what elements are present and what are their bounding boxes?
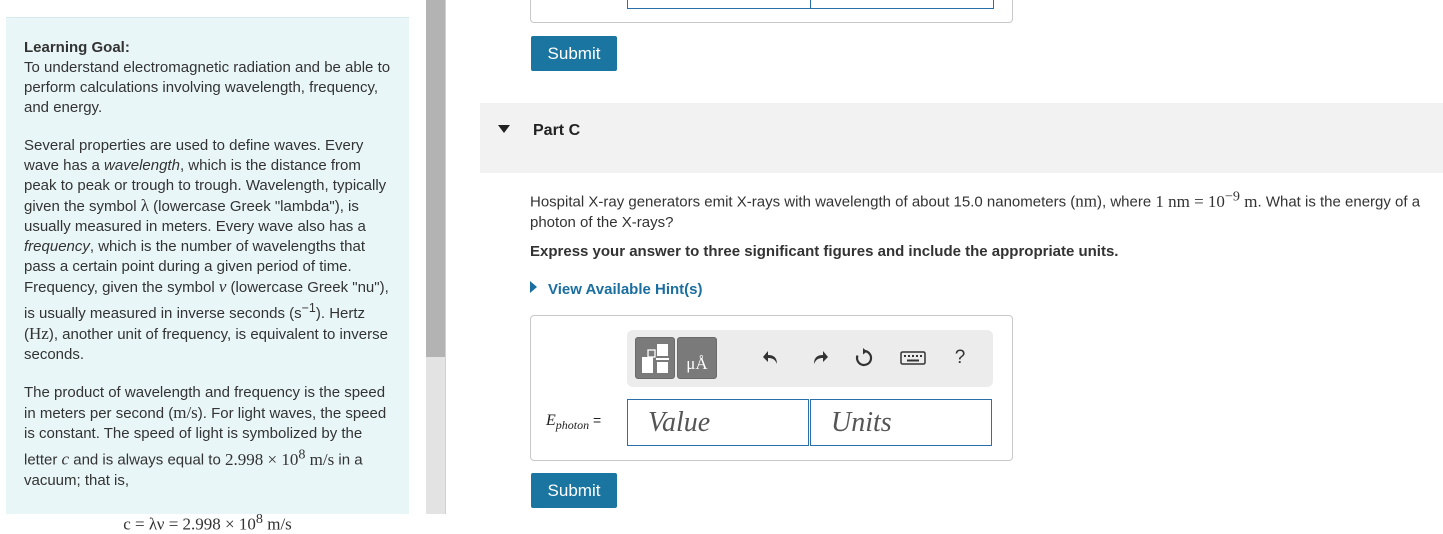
goal-intro: Learning Goal: To understand electromagn… (24, 38, 391, 118)
previous-answer-box (530, 0, 1013, 23)
goal-paragraph-speed: The product of wavelength and frequency … (24, 383, 391, 491)
units-button-text: μÅ (686, 354, 708, 373)
unit-nm: nm (1075, 191, 1098, 211)
text: ), another unit of frequency, is equival… (24, 326, 388, 363)
unit-s: s (294, 305, 302, 322)
submit-button[interactable]: Submit (531, 473, 617, 508)
keyboard-icon[interactable] (899, 344, 927, 372)
expand-arrow-icon (530, 281, 537, 293)
question-text: Hospital X-ray generators emit X-rays wi… (530, 186, 1440, 233)
text: c = λν = 2.998 × 10 (123, 514, 256, 534)
undo-icon[interactable] (760, 344, 782, 372)
exponent: −1 (301, 301, 316, 315)
text: 2.998 × 10 (225, 449, 299, 469)
label-subscript: photon (555, 418, 590, 433)
text: Hospital X-ray generators emit X-rays wi… (530, 193, 1076, 211)
part-header[interactable]: Part C (480, 103, 1443, 173)
nm-conversion: 1 nm = 10−9 m (1155, 188, 1258, 211)
text: and is always equal to (69, 451, 225, 469)
speed-value: 2.998 × 108 m/s (225, 446, 335, 469)
term-wavelength: wavelength (104, 157, 180, 174)
goal-intro-text: To understand electromagnetic radiation … (24, 59, 391, 116)
value-input[interactable] (627, 399, 809, 446)
redo-icon[interactable] (809, 344, 831, 372)
previous-value-field[interactable] (627, 0, 811, 9)
scrollbar-thumb[interactable] (426, 0, 445, 357)
templates-icon[interactable] (635, 337, 675, 379)
collapse-arrow-icon[interactable] (498, 125, 510, 133)
unit-hz: Hz (29, 324, 49, 343)
term-frequency: frequency (24, 238, 90, 255)
exponent: 8 (255, 510, 263, 527)
label-equals: = (589, 412, 602, 428)
submit-button-previous[interactable]: Submit (531, 36, 617, 71)
scrollbar-track[interactable] (426, 0, 446, 514)
units-input[interactable] (810, 399, 992, 446)
symbol-lambda: λ (140, 196, 149, 215)
text: 1 nm = 10 (1155, 191, 1225, 211)
symbol-c: c (61, 449, 70, 469)
goal-paragraph-waves: Several properties are used to define wa… (24, 136, 391, 365)
goal-title: Learning Goal: (24, 39, 130, 56)
previous-units-field[interactable] (810, 0, 994, 9)
help-icon[interactable]: ? (949, 344, 971, 372)
reset-icon[interactable] (853, 344, 875, 372)
part-title: Part C (533, 122, 581, 139)
exponent: −9 (1224, 188, 1240, 204)
learning-goal-panel: Learning Goal: To understand electromagn… (6, 17, 409, 533)
view-hints-link[interactable]: View Available Hint(s) (530, 281, 703, 298)
hints-label: View Available Hint(s) (548, 281, 703, 298)
text: m/s (262, 514, 292, 534)
math-toolbar: μÅ ? (627, 330, 993, 387)
text: m/s (305, 449, 335, 469)
templates-glyph (642, 344, 669, 373)
unit-ms: m/s (173, 403, 198, 422)
label-variable: E (546, 412, 556, 429)
answer-box: μÅ ? Ephoton = (530, 315, 1013, 461)
text: m (1240, 191, 1258, 211)
answer-instruction: Express your answer to three significant… (530, 243, 1119, 260)
speed-equation: c = λν = 2.998 × 108 m/s (24, 509, 391, 534)
units-icon[interactable]: μÅ (677, 337, 717, 379)
units-glyph: μÅ (686, 354, 708, 373)
text: ), where (1097, 193, 1156, 211)
answer-label: Ephoton = (546, 412, 601, 433)
